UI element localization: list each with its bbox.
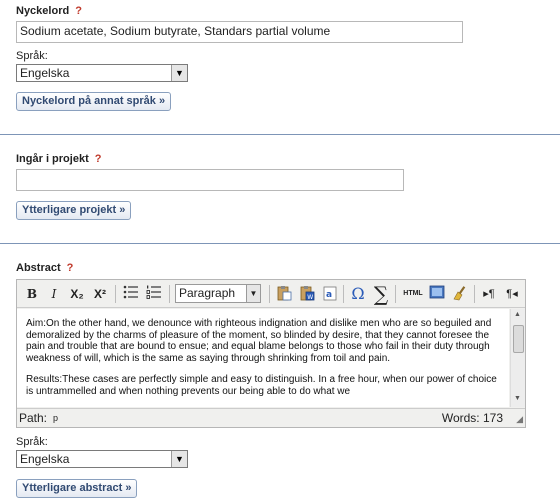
paste-word-icon[interactable]: W bbox=[297, 285, 317, 303]
chevron-down-icon: ▼ bbox=[246, 285, 260, 302]
italic-button[interactable]: I bbox=[44, 285, 64, 303]
toolbar-divider bbox=[115, 285, 116, 303]
abstract-rich-text-editor: B I X₂ X² Paragraph ▼ W a Ω ∑ HTML ▸¶ ¶◂… bbox=[16, 279, 526, 428]
section-separator bbox=[0, 243, 560, 244]
project-label: Ingår i projekt? bbox=[16, 153, 101, 165]
html-source-icon[interactable]: HTML bbox=[401, 285, 425, 303]
keywords-label: Nyckelord? bbox=[16, 5, 82, 17]
more-projects-button[interactable]: Ytterligare projekt » bbox=[16, 201, 132, 220]
rtl-direction-icon[interactable]: ¶◂ bbox=[502, 285, 522, 303]
other-language-keywords-button[interactable]: Nyckelord på annat språk » bbox=[16, 92, 172, 111]
project-help-icon[interactable]: ? bbox=[95, 153, 102, 165]
svg-text:W: W bbox=[307, 294, 313, 301]
cleanup-brush-icon[interactable] bbox=[450, 285, 470, 303]
abstract-language-select[interactable]: Engelska ▼ bbox=[16, 450, 188, 468]
project-input[interactable] bbox=[16, 169, 404, 191]
keywords-input[interactable]: Sodium acetate, Sodium butyrate, Standar… bbox=[16, 21, 463, 43]
abstract-paragraph: Results:These cases are perfectly simple… bbox=[26, 374, 497, 397]
editor-statusbar: Path: p Words: 173 ◢ bbox=[17, 408, 525, 427]
keywords-help-icon[interactable]: ? bbox=[75, 5, 82, 17]
abstract-paragraph: Aim:On the other hand, we denounce with … bbox=[26, 318, 492, 364]
chevron-down-icon: ▼ bbox=[171, 65, 187, 81]
path-label: Path: bbox=[19, 411, 48, 425]
path-value[interactable]: p bbox=[53, 413, 58, 423]
project-label-text: Ingår i projekt bbox=[16, 153, 89, 165]
chevron-down-icon: ▼ bbox=[171, 451, 187, 467]
fullscreen-icon[interactable] bbox=[427, 285, 447, 303]
toolbar-divider bbox=[169, 285, 170, 303]
abstract-help-icon[interactable]: ? bbox=[67, 262, 74, 274]
abstract-label-text: Abstract bbox=[16, 262, 61, 274]
section-separator bbox=[0, 134, 560, 135]
keywords-language-label: Språk: bbox=[16, 50, 48, 62]
special-character-icon[interactable]: Ω bbox=[348, 285, 368, 303]
abstract-language-value: Engelska bbox=[20, 452, 70, 466]
toolbar-divider bbox=[269, 285, 270, 303]
numbered-list-icon[interactable] bbox=[144, 285, 164, 303]
keywords-language-select[interactable]: Engelska ▼ bbox=[16, 64, 188, 82]
bold-button[interactable]: B bbox=[22, 285, 42, 303]
svg-text:a: a bbox=[326, 290, 332, 300]
paste-icon[interactable] bbox=[274, 285, 294, 303]
format-select[interactable]: Paragraph ▼ bbox=[175, 284, 261, 303]
resize-handle-icon[interactable]: ◢ bbox=[516, 414, 523, 425]
toolbar-divider bbox=[395, 285, 396, 303]
word-count: Words: 173 bbox=[441, 411, 503, 425]
math-sum-icon[interactable]: ∑ bbox=[371, 284, 391, 304]
bulleted-list-icon[interactable] bbox=[121, 285, 141, 303]
scrollbar-thumb[interactable] bbox=[513, 325, 524, 353]
abstract-label: Abstract? bbox=[16, 262, 73, 274]
scroll-up-icon[interactable]: ▲ bbox=[514, 311, 521, 318]
keywords-language-value: Engelska bbox=[20, 66, 70, 80]
scroll-down-icon[interactable]: ▼ bbox=[514, 395, 521, 402]
toolbar-divider bbox=[343, 285, 344, 303]
format-select-value: Paragraph bbox=[179, 286, 236, 300]
editor-content-area[interactable]: Aim:On the other hand, we denounce with … bbox=[17, 309, 509, 407]
editor-scrollbar[interactable]: ▲ ▼ bbox=[510, 309, 525, 407]
superscript-button[interactable]: X² bbox=[90, 285, 110, 303]
subscript-button[interactable]: X₂ bbox=[67, 285, 87, 303]
editor-toolbar: B I X₂ X² Paragraph ▼ W a Ω ∑ HTML ▸¶ ¶◂ bbox=[17, 280, 525, 308]
keywords-label-text: Nyckelord bbox=[16, 5, 70, 17]
abstract-language-label: Språk: bbox=[16, 436, 48, 448]
ltr-direction-icon[interactable]: ▸¶ bbox=[479, 285, 499, 303]
toolbar-divider bbox=[474, 285, 475, 303]
paste-text-icon[interactable]: a bbox=[320, 285, 340, 303]
more-abstracts-button[interactable]: Ytterligare abstract » bbox=[16, 479, 138, 498]
